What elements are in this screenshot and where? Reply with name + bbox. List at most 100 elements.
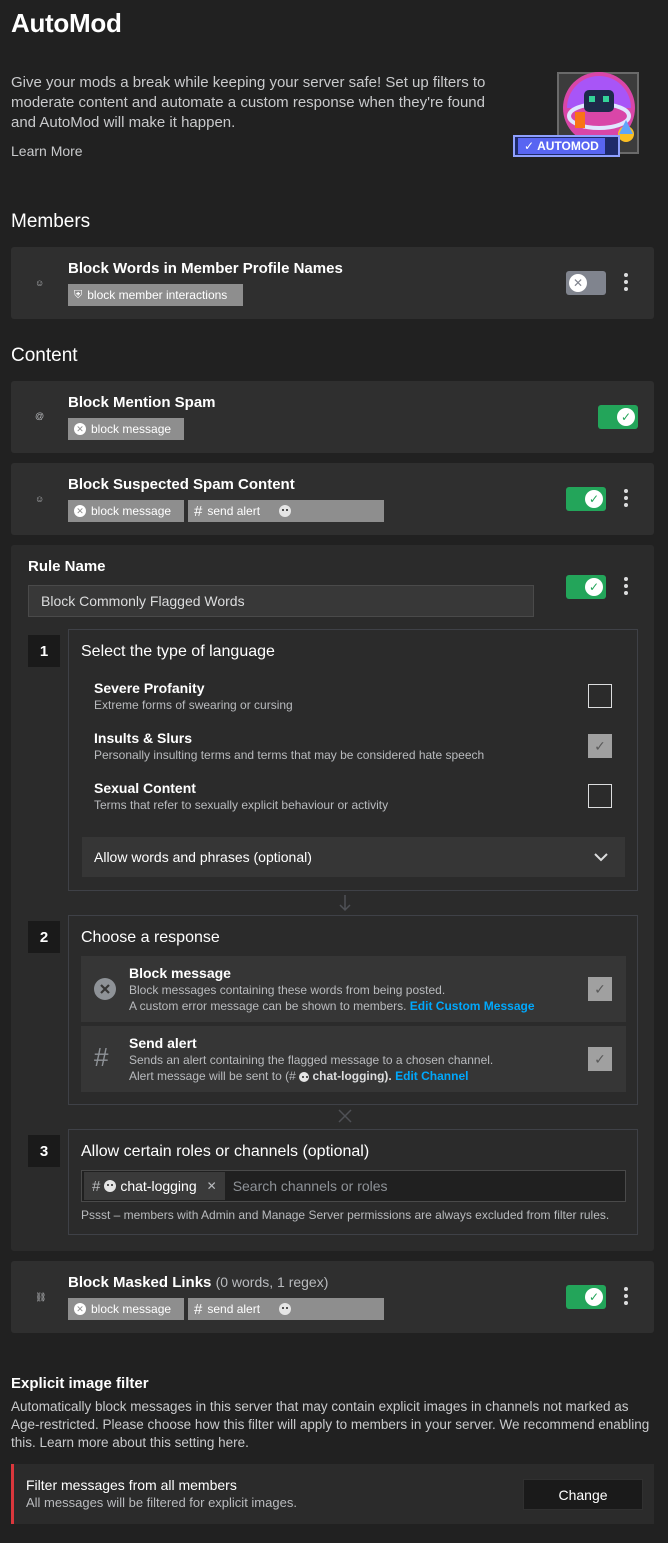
hash-icon: # — [194, 502, 203, 520]
permission-note: Pssst – members with Admin and Manage Se… — [81, 1208, 610, 1222]
chip-block-interactions: ⛨ block member interactions — [68, 284, 243, 306]
response-desc: Sends an alert containing the flagged me… — [129, 1053, 494, 1067]
ghost-icon — [104, 1180, 117, 1192]
rule-toggle[interactable]: ✓ — [566, 575, 606, 599]
option-title: Insults & Slurs — [94, 730, 193, 746]
intro-text: Give your mods a break while keeping you… — [11, 74, 486, 131]
alert-channel-name: chat-logging). — [312, 1069, 392, 1083]
rule-toggle[interactable]: ✓ — [598, 405, 638, 429]
rule-card-profile-names[interactable]: ☺ Block Words in Member Profile Names ⛨ … — [11, 247, 654, 319]
rule-chips: ✕ block message # send alert — [68, 1298, 384, 1320]
rule-chips: ✕ block message — [68, 418, 184, 440]
checkbox-block-message[interactable]: ✓ — [588, 977, 612, 1001]
allowed-channel-tag[interactable]: # chat-logging ✕ — [84, 1172, 225, 1200]
option-desc: Terms that refer to sexually explicit be… — [94, 798, 389, 812]
rule-title: Block Words in Member Profile Names — [68, 260, 343, 277]
shield-icon: ⛨ — [74, 288, 83, 301]
rule-card-mention-spam[interactable]: @ Block Mention Spam ✕ block message ✓ — [11, 381, 654, 453]
automod-badge: ✓ AUTOMOD — [518, 138, 605, 154]
learn-more-link[interactable]: Learn More — [11, 143, 83, 159]
check-icon: ✓ — [585, 578, 603, 596]
hash-icon: # — [94, 1042, 109, 1072]
more-options-icon[interactable] — [623, 489, 629, 510]
check-icon: ✓ — [585, 490, 603, 508]
explicit-filter-desc: Automatically block messages in this ser… — [11, 1399, 650, 1450]
change-button[interactable]: Change — [523, 1479, 643, 1510]
response-desc-2: A custom error message can be shown to m… — [129, 999, 407, 1013]
search-channels-input[interactable] — [224, 1171, 625, 1201]
step2-panel: Choose a response Block message Block me… — [68, 915, 638, 1105]
check-icon: ✓ — [524, 139, 535, 153]
ghost-icon — [279, 1303, 292, 1315]
rule-card-suspected-spam[interactable]: ☺ Block Suspected Spam Content ✕ block m… — [11, 463, 654, 535]
rule-chips: ✕ block message # send alert — [68, 500, 384, 522]
checkbox-severe-profanity[interactable] — [588, 684, 612, 708]
rule-name-input[interactable] — [28, 585, 534, 617]
x-circle-icon — [94, 978, 116, 1000]
step3-panel: Allow certain roles or channels (optiona… — [68, 1129, 638, 1235]
response-send-alert[interactable]: # Send alert Sends an alert containing t… — [81, 1026, 626, 1092]
allow-words-dropdown[interactable]: Allow words and phrases (optional) — [82, 837, 625, 877]
hash-icon: # — [194, 1300, 203, 1318]
rule-name-label: Rule Name — [28, 558, 106, 575]
rule-toggle[interactable]: ✓ — [566, 1285, 606, 1309]
profile-icon: ☺ — [35, 278, 45, 288]
chevron-down-icon — [594, 853, 608, 862]
checkbox-insults-slurs[interactable]: ✓ — [588, 734, 612, 758]
more-options-icon[interactable] — [623, 577, 629, 598]
rule-title: Block Suspected Spam Content — [68, 476, 295, 493]
link-icon: ⛓ — [35, 1292, 47, 1302]
rule-title: Block Mention Spam — [68, 394, 216, 411]
edit-channel-link[interactable]: Edit Channel — [395, 1069, 468, 1083]
step-number: 2 — [28, 921, 60, 953]
checkbox-send-alert[interactable]: ✓ — [588, 1047, 612, 1071]
automod-illustration: ✓ AUTOMOD — [511, 72, 653, 160]
step-title: Allow certain roles or channels (optiona… — [81, 1143, 370, 1160]
rule-toggle[interactable]: ✓ — [566, 487, 606, 511]
rule-chips: ⛨ block member interactions — [68, 284, 243, 306]
ghost-icon — [279, 505, 292, 517]
step-title: Choose a response — [81, 929, 220, 946]
allow-roles-input[interactable]: # chat-logging ✕ — [81, 1170, 626, 1202]
response-desc: Block messages containing these words fr… — [129, 983, 446, 997]
chip-send-alert: # send alert — [188, 1298, 384, 1320]
rule-subtitle: (0 words, 1 regex) — [215, 1274, 329, 1290]
content-section-title: Content — [11, 345, 78, 366]
chip-block-message: ✕ block message — [68, 1298, 184, 1320]
rule-card-masked-links[interactable]: ⛓ Block Masked Links (0 words, 1 regex) … — [11, 1261, 654, 1333]
checkbox-sexual-content[interactable] — [588, 784, 612, 808]
arrow-down-icon — [339, 895, 351, 912]
members-section-title: Members — [11, 211, 91, 232]
option-desc: Personally insulting terms and terms tha… — [94, 748, 485, 762]
chip-send-alert: # send alert — [188, 500, 384, 522]
explicit-filter-title: Explicit image filter — [11, 1375, 149, 1392]
more-options-icon[interactable] — [623, 273, 629, 294]
ghost-icon — [299, 1071, 310, 1082]
x-circle-icon: ✕ — [74, 423, 86, 435]
more-options-icon[interactable] — [623, 1287, 629, 1308]
check-icon: ✓ — [617, 408, 635, 426]
setting-title: Filter messages from all members — [26, 1477, 237, 1493]
x-icon: ✕ — [569, 274, 587, 292]
x-circle-icon: ✕ — [74, 1303, 86, 1315]
rule-toggle[interactable]: ✕ — [566, 271, 606, 295]
chip-block-message: ✕ block message — [68, 500, 184, 522]
option-title: Sexual Content — [94, 780, 196, 796]
cross-icon — [338, 1109, 352, 1123]
response-title: Send alert — [129, 1035, 197, 1051]
edit-custom-message-link[interactable]: Edit Custom Message — [410, 999, 535, 1013]
x-circle-icon: ✕ — [74, 505, 86, 517]
step-title: Select the type of language — [81, 643, 275, 660]
response-title: Block message — [129, 965, 231, 981]
response-block-message[interactable]: Block message Block messages containing … — [81, 956, 626, 1022]
step-number: 1 — [28, 635, 60, 667]
option-title: Severe Profanity — [94, 680, 205, 696]
response-desc-2: Alert message will be sent to (# — [129, 1069, 296, 1083]
setting-desc: All messages will be filtered for explic… — [26, 1495, 297, 1510]
spam-icon: ☺ — [35, 494, 45, 504]
check-icon: ✓ — [585, 1288, 603, 1306]
page-title: AutoMod — [11, 8, 122, 38]
mention-icon: @ — [35, 411, 45, 421]
remove-tag-icon[interactable]: ✕ — [207, 1179, 217, 1193]
chip-block-message: ✕ block message — [68, 418, 184, 440]
